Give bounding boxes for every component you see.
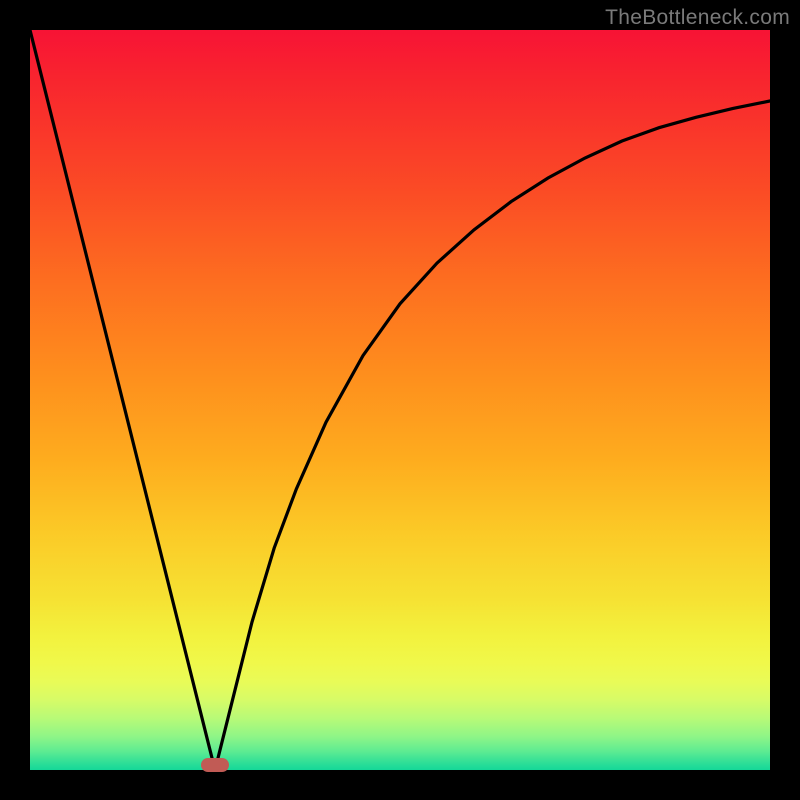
bottleneck-curve: [30, 30, 770, 770]
curve-svg: [30, 30, 770, 770]
watermark-text: TheBottleneck.com: [605, 6, 790, 30]
chart-frame: TheBottleneck.com: [0, 0, 800, 800]
plot-area: [30, 30, 770, 770]
minimum-marker: [201, 758, 229, 772]
